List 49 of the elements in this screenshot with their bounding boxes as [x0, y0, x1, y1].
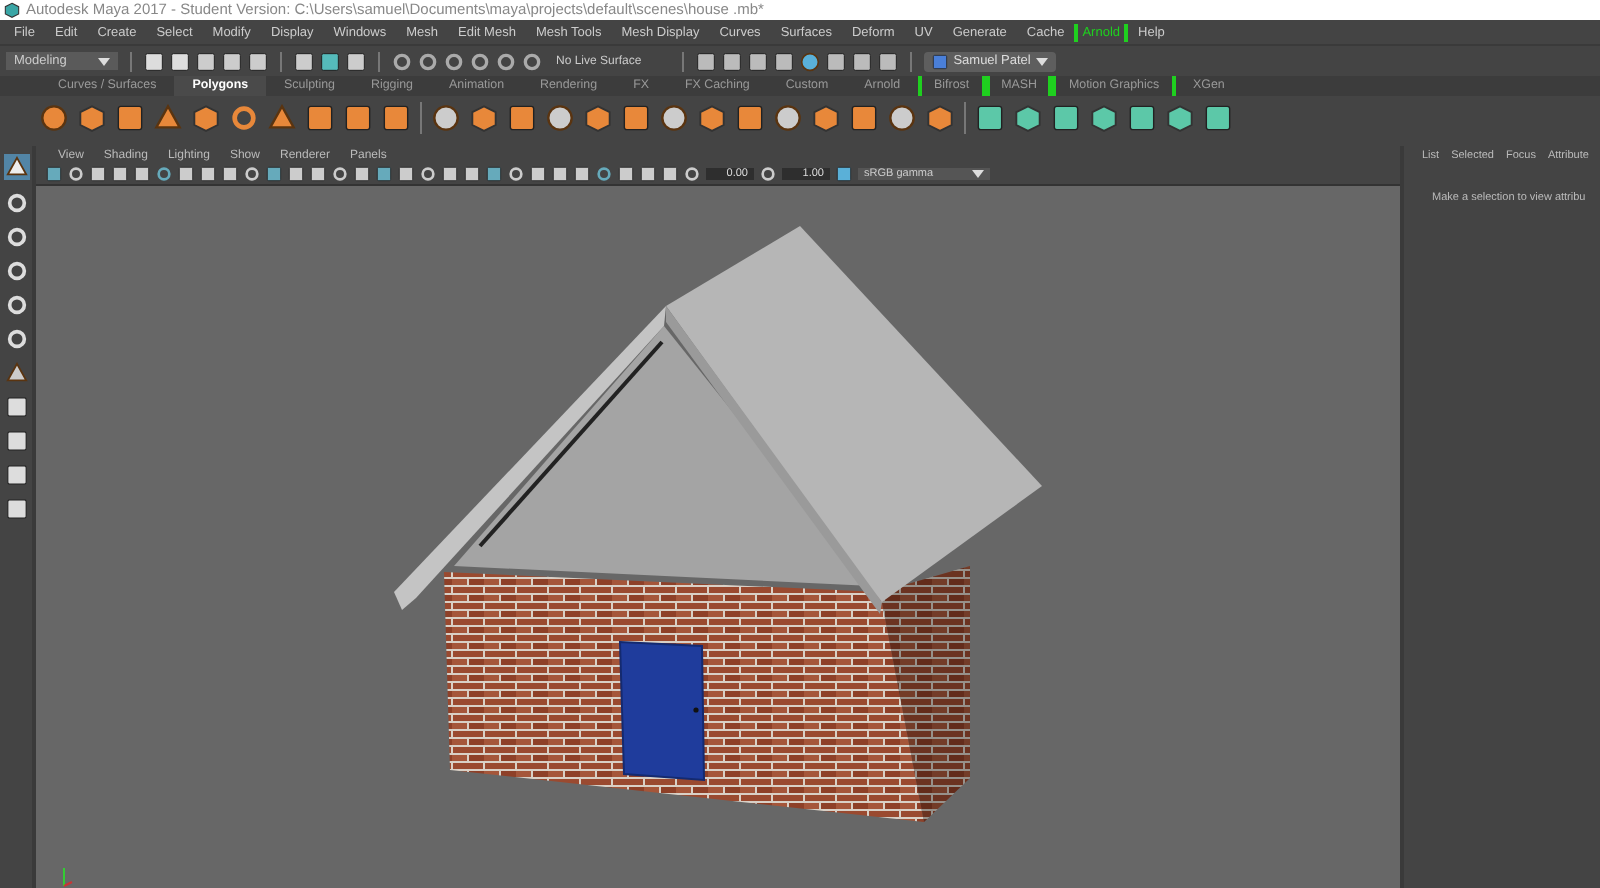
uv-tool-icon[interactable]: [1204, 104, 1232, 132]
mesh-tool-icon[interactable]: [432, 104, 460, 132]
render-icon[interactable]: [773, 51, 794, 71]
uv-tool-icon[interactable]: [976, 104, 1004, 132]
polygon-primitive-icon[interactable]: [268, 104, 296, 132]
render-icon[interactable]: [877, 51, 898, 71]
polygon-primitive-icon[interactable]: [344, 104, 372, 132]
mesh-tool-icon[interactable]: [508, 104, 536, 132]
uv-tool-icon[interactable]: [1128, 104, 1156, 132]
polygon-primitive-icon[interactable]: [116, 104, 144, 132]
caret-icon: [98, 57, 110, 65]
uv-tool-icon[interactable]: [1166, 104, 1194, 132]
mesh-tool-icon[interactable]: [774, 104, 802, 132]
layout-icon[interactable]: [5, 464, 27, 486]
render-icon[interactable]: [721, 51, 742, 71]
layout-icon[interactable]: [5, 430, 27, 452]
mesh-tool-icon[interactable]: [926, 104, 954, 132]
uv-tool-icon[interactable]: [1090, 104, 1118, 132]
render-icon[interactable]: [747, 51, 768, 71]
mesh-tool-icon[interactable]: [850, 104, 878, 132]
mesh-tool-icon[interactable]: [470, 104, 498, 132]
mesh-tool-icon[interactable]: [812, 104, 840, 132]
mesh-tool-icon[interactable]: [660, 104, 688, 132]
mesh-tool-icon[interactable]: [546, 104, 574, 132]
caret-icon: [1036, 57, 1049, 65]
render-icon[interactable]: [695, 51, 716, 71]
render-icon[interactable]: [851, 51, 872, 71]
mesh-tool-icon[interactable]: [584, 104, 612, 132]
mesh-tool-icon[interactable]: [888, 104, 916, 132]
polygon-primitive-icon[interactable]: [382, 104, 410, 132]
polygon-primitive-icon[interactable]: [230, 104, 258, 132]
polygon-primitive-icon[interactable]: [154, 104, 182, 132]
layout-icon[interactable]: [5, 396, 27, 418]
uv-tool-icon[interactable]: [1052, 104, 1080, 132]
polygon-primitive-icon[interactable]: [192, 104, 220, 132]
color-management-icon[interactable]: [836, 166, 852, 182]
layout-icon[interactable]: [5, 498, 27, 520]
uv-tool-icon[interactable]: [1014, 104, 1042, 132]
caret-icon: [972, 170, 984, 178]
polygon-primitive-icon[interactable]: [306, 104, 334, 132]
render-icon[interactable]: [825, 51, 846, 71]
mesh-tool-icon[interactable]: [698, 104, 726, 132]
axis-indicator-icon: [63, 867, 73, 887]
mesh-tool-icon[interactable]: [736, 104, 764, 132]
render-icon[interactable]: [799, 51, 820, 71]
mesh-tool-icon[interactable]: [622, 104, 650, 132]
polygon-primitive-icon[interactable]: [78, 104, 106, 132]
polygon-primitive-icon[interactable]: [40, 104, 68, 132]
user-icon[interactable]: [931, 53, 948, 69]
